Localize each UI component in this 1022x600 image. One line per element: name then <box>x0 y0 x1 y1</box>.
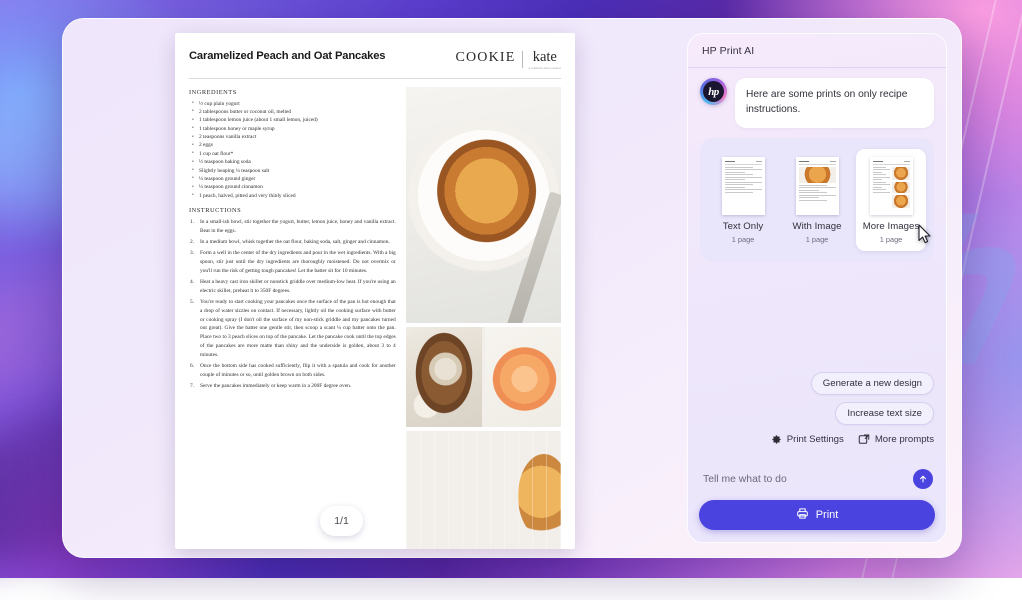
ingredient-item: 1 tablespoon lemon juice (about 1 small … <box>189 116 396 124</box>
page-indicator: 1/1 <box>320 506 363 536</box>
more-prompts-label: More prompts <box>875 434 934 445</box>
avatar-text: hp <box>703 81 724 102</box>
option-card-with-image[interactable]: With Image 1 page <box>782 149 852 251</box>
print-button[interactable]: Print <box>699 500 935 530</box>
option-pages: 1 page <box>806 235 829 244</box>
ai-conversation-area: hp Here are some prints on only recipe i… <box>688 68 946 457</box>
arrow-up-icon <box>918 472 928 487</box>
hp-logo-avatar-icon: hp <box>700 78 727 105</box>
brand-divider <box>522 51 523 68</box>
prompt-row <box>699 466 935 500</box>
suggestion-increase-text-size[interactable]: Increase text size <box>835 402 934 425</box>
instruction-step: In a medium bowl, whisk together the oat… <box>189 238 396 247</box>
send-prompt-button[interactable] <box>913 469 933 489</box>
option-label: With Image <box>792 221 841 232</box>
hp-print-app-window: Caramelized Peach and Oat Pancakes COOKI… <box>62 18 962 558</box>
instruction-step: Heat a heavy cast iron skillet or nonsti… <box>189 278 396 296</box>
caramelized-peach-pancake-closeup-photo <box>406 431 561 550</box>
instruction-step: In a small-ish bowl, stir together the y… <box>189 218 396 236</box>
assistant-message-row: hp Here are some prints on only recipe i… <box>700 78 934 128</box>
prompt-input[interactable] <box>703 474 903 485</box>
ingredient-item: ½ teaspoon baking soda <box>189 158 396 166</box>
hp-print-ai-panel: HP Print AI hp Here are some prints on o… <box>687 33 947 543</box>
thumbnail-text-only <box>722 157 765 215</box>
thumbnail-more-images <box>870 157 913 215</box>
ingredient-item: 2 eggs <box>189 141 396 149</box>
option-pages: 1 page <box>732 235 755 244</box>
instruction-step: You're ready to start cooking your panca… <box>189 298 396 359</box>
instruction-step: Form a well in the center of the dry ing… <box>189 249 396 275</box>
option-card-more-images[interactable]: More Images 1 page <box>856 149 926 251</box>
ingredient-item: ¼ teaspoon ground ginger <box>189 175 396 183</box>
ai-panel-footer: Print <box>688 457 946 542</box>
ai-panel-title: HP Print AI <box>688 34 946 68</box>
instructions-list: In a small-ish bowl, stir together the y… <box>189 218 396 391</box>
brand-secondary-text: kate <box>533 50 557 65</box>
tool-row: Print Settings More prompts <box>771 433 934 445</box>
option-card-text-only[interactable]: Text Only 1 page <box>708 149 778 251</box>
instruction-step: Once the bottom side has cooked sufficie… <box>189 362 396 380</box>
suggestion-generate-new-design[interactable]: Generate a new design <box>811 372 934 395</box>
page-title: Caramelized Peach and Oat Pancakes <box>189 49 385 63</box>
thumbnail-with-image <box>796 157 839 215</box>
ingredient-photos-row <box>406 327 561 427</box>
more-prompts-button[interactable]: More prompts <box>858 433 934 445</box>
document-body: INGREDIENTS ½ cup plain yogurt2 tablespo… <box>189 87 561 550</box>
pancake-stack-on-plate-photo <box>406 87 561 323</box>
instructions-heading: INSTRUCTIONS <box>189 207 396 214</box>
document-preview-pane: Caramelized Peach and Oat Pancakes COOKI… <box>77 33 673 543</box>
ingredient-item: Slightly heaping ¼ teaspoon salt <box>189 167 396 175</box>
suggestion-area: Generate a new design Increase text size… <box>771 372 934 445</box>
batter-bowl-photo <box>406 327 482 427</box>
ingredient-item: 2 tablespoons butter or coconut oil, mel… <box>189 108 396 116</box>
option-pages: 1 page <box>880 235 903 244</box>
print-design-options: Text Only 1 page With Image 1 page <box>700 138 934 262</box>
ingredient-item: 2 teaspoons vanilla extract <box>189 133 396 141</box>
printer-icon <box>796 507 809 523</box>
ingredient-item: ¼ teaspoon ground cinnamon <box>189 183 396 191</box>
ingredients-list: ½ cup plain yogurt2 tablespoons butter o… <box>189 100 396 201</box>
document-image-column <box>406 87 561 550</box>
document-page[interactable]: Caramelized Peach and Oat Pancakes COOKI… <box>175 33 575 549</box>
document-text-column: INGREDIENTS ½ cup plain yogurt2 tablespo… <box>189 87 396 550</box>
ingredient-item: 1 peach, halved, pitted and very thinly … <box>189 192 396 200</box>
ingredient-item: 1 tablespoon honey or maple syrup <box>189 125 396 133</box>
option-label: Text Only <box>723 221 763 232</box>
ingredients-heading: INGREDIENTS <box>189 89 396 96</box>
ingredient-item: ½ cup plain yogurt <box>189 100 396 108</box>
brand-logo: COOKIE kate a cookbook about cookies <box>455 49 561 70</box>
whole-peach-photo <box>485 327 561 427</box>
shuffle-box-icon <box>858 433 870 445</box>
brand-tagline: a cookbook about cookies <box>529 67 561 70</box>
print-button-label: Print <box>816 509 839 521</box>
print-settings-button[interactable]: Print Settings <box>771 434 844 445</box>
document-header: Caramelized Peach and Oat Pancakes COOKI… <box>189 49 561 79</box>
assistant-message-text: Here are some prints on only recipe inst… <box>735 78 934 128</box>
instruction-step: Serve the pancakes immediately or keep w… <box>189 382 396 391</box>
brand-secondary-wrap: kate a cookbook about cookies <box>529 50 561 70</box>
brand-primary-text: COOKIE <box>455 50 515 66</box>
gear-icon <box>771 434 782 445</box>
option-label: More Images <box>863 221 920 232</box>
ingredient-item: 1 cup oat flour* <box>189 150 396 158</box>
print-settings-label: Print Settings <box>787 434 844 445</box>
